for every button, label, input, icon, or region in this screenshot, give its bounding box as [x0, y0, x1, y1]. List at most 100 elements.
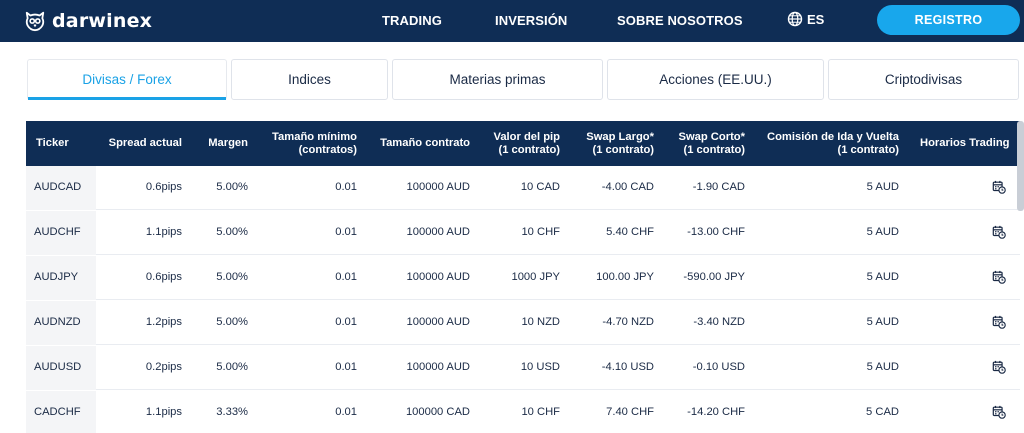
cell-swap-corto: -590.00 JPY: [683, 271, 745, 283]
header-valor-pip: Valor del pip (1 contrato): [493, 131, 560, 156]
cell-tamano-minimo: 0.01: [335, 316, 357, 328]
cell-swap-corto: -3.40 NZD: [693, 316, 745, 328]
cell-spread: 0.6pips: [145, 271, 182, 283]
top-navbar: darwinex TRADING INVERSIÓN SOBRE NOSOTRO…: [0, 0, 1024, 42]
cell-tamano-contrato: 100000 AUD: [406, 226, 470, 238]
owl-logo-icon: [25, 11, 45, 32]
cell-comision: 5 AUD: [866, 181, 899, 193]
cell-spread: 0.2pips: [145, 361, 182, 373]
tab-label: Indices: [288, 72, 331, 87]
tab-materias-primas[interactable]: Materias primas: [392, 59, 603, 100]
logo[interactable]: darwinex: [24, 8, 152, 34]
cell-tamano-contrato: 100000 AUD: [406, 316, 470, 328]
tab-label: Criptodivisas: [884, 72, 963, 87]
tab-criptodivisas[interactable]: Criptodivisas: [828, 59, 1019, 100]
tab-divisas-forex[interactable]: Divisas / Forex: [27, 59, 227, 100]
calendar-clock-icon[interactable]: [992, 315, 1006, 329]
cell-tamano-minimo: 0.01: [335, 361, 357, 373]
cell-ticker: AUDUSD: [34, 361, 82, 373]
cell-comision: 5 AUD: [866, 271, 899, 283]
cell-swap-largo: 5.40 CHF: [606, 226, 654, 238]
header-margen: Margen: [208, 137, 248, 149]
tab-label: Materias primas: [449, 72, 546, 87]
nav-sobre-nosotros[interactable]: SOBRE NOSOTROS: [617, 13, 743, 28]
cell-margen: 5.00%: [216, 181, 248, 193]
cell-margen: 5.00%: [216, 271, 248, 283]
cell-margen: 5.00%: [216, 316, 248, 328]
tab-label: Acciones (EE.UU.): [659, 72, 772, 87]
cell-ticker: AUDNZD: [34, 316, 81, 328]
cell-swap-corto: -14.20 CHF: [687, 406, 745, 418]
tab-label: Divisas / Forex: [82, 72, 172, 87]
cell-tamano-contrato: 100000 AUD: [406, 361, 470, 373]
header-comision: Comisión de Ida y Vuelta (1 contrato): [767, 131, 899, 156]
cell-swap-corto: -0.10 USD: [692, 361, 745, 373]
table-row: AUDNZD 1.2pips 5.00% 0.01 100000 AUD 10 NZD -4…: [26, 301, 1020, 345]
header-swap-largo: Swap Largo* (1 contrato): [586, 131, 654, 156]
cell-tamano-minimo: 0.01: [335, 271, 357, 283]
language-selector[interactable]: ES: [787, 11, 824, 27]
instruments-table: Ticker Spread actual Margen Tamaño mínim…: [26, 121, 1020, 433]
table-header: Ticker Spread actual Margen Tamaño mínim…: [26, 121, 1020, 166]
cell-swap-corto: -13.00 CHF: [687, 226, 745, 238]
cell-spread: 1.1pips: [145, 226, 182, 238]
cell-comision: 5 AUD: [866, 316, 899, 328]
language-label: ES: [807, 11, 825, 27]
table-row: CADCHF 1.1pips 3.33% 0.01 100000 CAD 10 CHF 7.…: [26, 391, 1020, 433]
cell-comision: 5 AUD: [866, 226, 899, 238]
cell-margen: 3.33%: [216, 406, 248, 418]
cell-tamano-minimo: 0.01: [335, 181, 357, 193]
table-row: AUDUSD 0.2pips 5.00% 0.01 100000 AUD 10 USD -4…: [26, 346, 1020, 390]
cell-ticker: AUDJPY: [34, 271, 79, 283]
cell-valor-pip: 10 USD: [520, 361, 560, 373]
header-spread: Spread actual: [108, 137, 182, 149]
cell-spread: 0.6pips: [145, 181, 182, 193]
cell-ticker: CADCHF: [34, 406, 81, 418]
cell-swap-largo: -4.70 NZD: [602, 316, 654, 328]
logo-text: darwinex: [52, 10, 153, 32]
cell-tamano-contrato: 100000 AUD: [406, 271, 470, 283]
cell-valor-pip: 1000 JPY: [511, 271, 560, 283]
nav-inversion[interactable]: INVERSIÓN: [495, 13, 567, 28]
cell-margen: 5.00%: [216, 226, 248, 238]
cell-swap-corto: -1.90 CAD: [692, 181, 745, 193]
cell-valor-pip: 10 CAD: [520, 181, 560, 193]
cell-comision: 5 AUD: [866, 361, 899, 373]
cell-ticker: AUDCAD: [34, 181, 82, 193]
cell-swap-largo: 100.00 JPY: [596, 271, 654, 283]
page-scrollbar[interactable]: [1017, 121, 1024, 211]
tab-acciones-eeuu[interactable]: Acciones (EE.UU.): [607, 59, 824, 100]
cell-valor-pip: 10 CHF: [521, 226, 560, 238]
cell-valor-pip: 10 CHF: [521, 406, 560, 418]
calendar-clock-icon[interactable]: [992, 405, 1006, 419]
cell-swap-largo: -4.00 CAD: [601, 181, 654, 193]
globe-icon: [787, 11, 803, 27]
cell-swap-largo: 7.40 CHF: [606, 406, 654, 418]
table-row: AUDJPY 0.6pips 5.00% 0.01 100000 AUD 1000 JPY…: [26, 256, 1020, 300]
register-button[interactable]: REGISTRO: [877, 5, 1020, 35]
cell-spread: 1.1pips: [145, 406, 182, 418]
cell-ticker: AUDCHF: [34, 226, 81, 238]
cell-tamano-contrato: 100000 AUD: [406, 181, 470, 193]
cell-margen: 5.00%: [216, 361, 248, 373]
header-swap-corto: Swap Corto* (1 contrato): [678, 131, 745, 156]
header-tamano-minimo: Tamaño mínimo (contratos): [272, 131, 357, 156]
cell-tamano-minimo: 0.01: [335, 226, 357, 238]
cell-tamano-contrato: 100000 CAD: [405, 406, 470, 418]
calendar-clock-icon[interactable]: [992, 360, 1006, 374]
nav-trading[interactable]: TRADING: [382, 13, 442, 28]
cell-swap-largo: -4.10 USD: [601, 361, 654, 373]
header-ticker: Ticker: [36, 137, 69, 149]
calendar-clock-icon[interactable]: [992, 270, 1006, 284]
tab-indices[interactable]: Indices: [231, 59, 388, 100]
header-horarios: Horarios Trading: [920, 137, 1010, 149]
cell-spread: 1.2pips: [145, 316, 182, 328]
table-row: AUDCAD 0.6pips 5.00% 0.01 100000 AUD 10 CAD -4…: [26, 166, 1020, 210]
calendar-clock-icon[interactable]: [992, 225, 1006, 239]
cell-valor-pip: 10 NZD: [521, 316, 560, 328]
calendar-clock-icon[interactable]: [992, 180, 1006, 194]
table-row: AUDCHF 1.1pips 5.00% 0.01 100000 AUD 10 CHF 5.…: [26, 211, 1020, 255]
cell-tamano-minimo: 0.01: [335, 406, 357, 418]
header-tamano-contrato: Tamaño contrato: [380, 137, 470, 149]
cell-comision: 5 CAD: [866, 406, 899, 418]
